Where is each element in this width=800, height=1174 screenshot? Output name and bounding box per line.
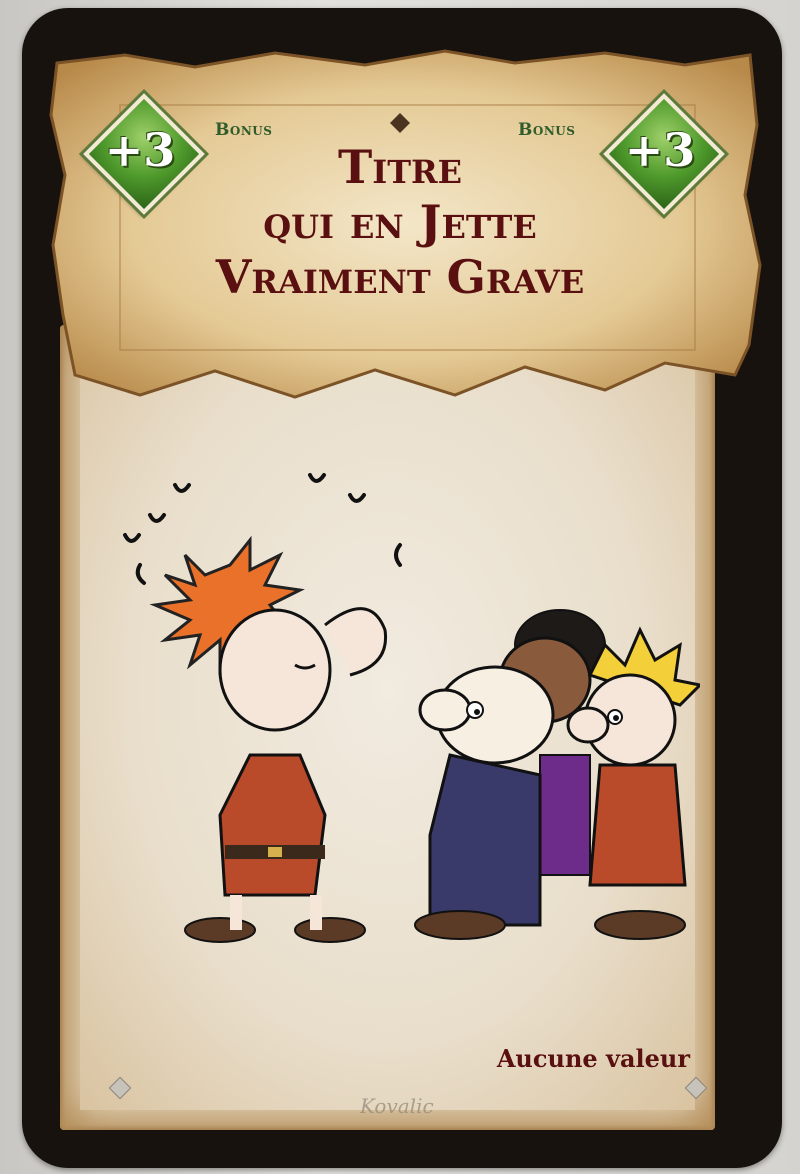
card-title-line-1: Titre xyxy=(338,140,462,194)
card-title-line-2: qui en Jette xyxy=(263,195,537,249)
bald-man xyxy=(414,665,555,940)
red-haired-boy xyxy=(149,535,388,943)
bonus-label-left: Bonus xyxy=(215,120,273,140)
illustration-art xyxy=(123,473,704,943)
bonus-label-right: Bonus xyxy=(518,120,576,140)
card-title-line-3: Vraiment Grave xyxy=(215,250,585,304)
card-value-text: Aucune valeur xyxy=(496,1044,690,1073)
card-title: Titre qui en Jette Vraiment Grave xyxy=(150,140,650,305)
artist-signature: Kovalic xyxy=(360,1094,434,1118)
cartoon-characters-illustration xyxy=(100,455,704,959)
